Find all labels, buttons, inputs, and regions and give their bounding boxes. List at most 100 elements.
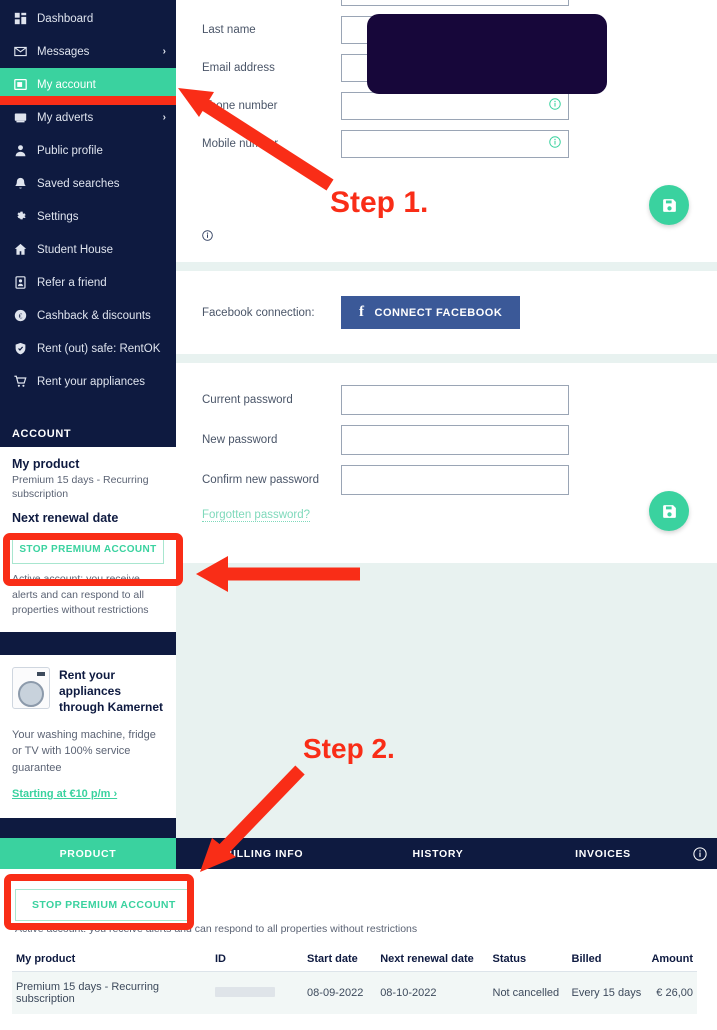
password-field-input[interactable] [341, 425, 569, 455]
table-cell-status: Not cancelled [492, 987, 560, 999]
account-card-header: ACCOUNT [0, 418, 176, 447]
info-circle-icon [549, 97, 561, 115]
table-cell-start-date: 08-09-2022 [307, 987, 364, 999]
rent-appliances-title: Rent your appliances through Kamernet [59, 668, 164, 715]
shopping-cart-icon [12, 375, 28, 388]
advert-board-icon [12, 111, 28, 124]
rent-appliances-link[interactable]: Starting at €10 p/m › [12, 788, 117, 800]
password-field-row: Confirm new password [176, 465, 717, 495]
bell-icon [12, 177, 28, 190]
home-icon [12, 243, 28, 256]
sidebar-item-saved-searches[interactable]: Saved searches [0, 167, 176, 200]
product-panel-status-note: Active account: you receive alerts and c… [15, 923, 418, 935]
info-circle-icon[interactable] [682, 838, 717, 869]
table-header-cell: My product [12, 947, 211, 972]
facebook-connection-card: Facebook connection: f CONNECT FACEBOOK [176, 271, 717, 354]
svg-text:€: € [18, 313, 22, 320]
connect-facebook-button[interactable]: f CONNECT FACEBOOK [341, 296, 521, 329]
table-cell-amount: € 26,00 [656, 987, 693, 999]
washing-machine-icon [12, 667, 50, 709]
profile-form-card: Last name Email address Phone number Mobile… [176, 0, 717, 262]
sidebar-item-label: Rent (out) safe: RentOK [37, 342, 161, 355]
save-profile-button[interactable] [649, 185, 689, 225]
my-product-heading: My product [12, 457, 80, 471]
table-header-cell: Status [488, 947, 568, 972]
info-circle-icon [549, 135, 561, 153]
stop-premium-account-button-sidebar[interactable]: STOP PREMIUM ACCOUNT [12, 535, 164, 565]
sidebar-item-cashback-discounts[interactable]: € Cashback & discounts [0, 299, 176, 332]
products-table-head: My product ID Start date Next renewal date S… [12, 947, 697, 972]
sidebar-item-label: Messages [37, 45, 90, 58]
id-card-icon [12, 276, 28, 289]
password-field-input[interactable] [341, 385, 569, 415]
facebook-connection-label: Facebook connection: [202, 306, 315, 319]
tab-label: PRODUCT [59, 847, 117, 860]
sidebar-item-my-account[interactable]: My account [0, 68, 176, 101]
person-icon [12, 144, 28, 157]
password-field-row: New password [176, 425, 717, 455]
password-field-input[interactable] [341, 465, 569, 495]
dashboard-grid-icon [12, 12, 28, 25]
table-cell-product: Premium 15 days - Recurring subscription [16, 981, 160, 1005]
sidebar-item-label: Dashboard [37, 12, 94, 25]
first-name-input[interactable] [341, 0, 569, 6]
chevron-right-icon: › [162, 112, 166, 123]
sidebar-item-label: My adverts [37, 111, 94, 124]
sidebar-item-label: Student House [37, 243, 114, 256]
field-label: Email address [202, 62, 275, 74]
table-header-cell: Amount [647, 947, 697, 972]
redaction-block [367, 14, 607, 94]
sidebar-item-rent-out-safe-rentok[interactable]: Rent (out) safe: RentOK [0, 332, 176, 365]
sidebar-item-student-house[interactable]: Student House [0, 233, 176, 266]
next-renewal-date-heading: Next renewal date [12, 511, 119, 526]
my-product-value: Premium 15 days - Recurring subscription [12, 474, 149, 501]
stop-premium-account-button-panel[interactable]: STOP PREMIUM ACCOUNT [15, 889, 193, 921]
sidebar-item-rent-your-appliances[interactable]: Rent your appliances [0, 365, 176, 398]
form-info-icon [202, 228, 213, 246]
field-input[interactable] [341, 92, 569, 120]
sidebar-item-label: Rent your appliances [37, 375, 146, 388]
sidebar-item-public-profile[interactable]: Public profile [0, 134, 176, 167]
profile-field-row: Phone number [176, 92, 717, 120]
table-header-cell: Billed [567, 947, 648, 972]
tab-product[interactable]: PRODUCT [0, 838, 176, 869]
save-password-button[interactable] [649, 491, 689, 531]
tab-invoices[interactable]: INVOICES [524, 838, 682, 869]
name-row [176, 0, 717, 6]
connect-facebook-label: CONNECT FACEBOOK [374, 306, 503, 319]
sidebar-item-dashboard[interactable]: Dashboard [0, 2, 176, 35]
sidebar-item-refer-a-friend[interactable]: Refer a friend [0, 266, 176, 299]
tab-history[interactable]: HISTORY [352, 838, 524, 869]
password-field-label: Confirm new password [202, 474, 319, 486]
profile-field-row: Mobile number [176, 130, 717, 158]
password-field-label: Current password [202, 394, 293, 406]
product-panel: STOP PREMIUM ACCOUNT Active account: you… [0, 869, 717, 1030]
field-label: Phone number [202, 100, 278, 112]
table-header-cell: Start date [303, 947, 377, 972]
sidebar-item-label: Settings [37, 210, 79, 223]
sidebar-item-label: Public profile [37, 144, 103, 157]
chevron-right-icon: › [162, 46, 166, 57]
sidebar-item-my-adverts[interactable]: My adverts › [0, 101, 176, 134]
tab-billing-info[interactable]: BILLING INFO [176, 838, 352, 869]
sidebar-item-label: Cashback & discounts [37, 309, 151, 322]
sidebar-item-messages[interactable]: Messages › [0, 35, 176, 68]
redacted-id [214, 986, 275, 997]
sidebar-item-settings[interactable]: Settings [0, 200, 176, 233]
products-table: My product ID Start date Next renewal date S… [12, 947, 697, 1014]
table-cell-next-renewal-date: 08-10-2022 [380, 987, 437, 999]
table-cell-billed: Every 15 days [571, 987, 642, 999]
sidebar-item-label: Refer a friend [37, 276, 107, 289]
forgotten-password-link[interactable]: Forgotten password? [202, 509, 311, 522]
table-header-cell: ID [210, 947, 304, 972]
tab-label: HISTORY [412, 847, 464, 860]
password-field-rows: Current password New password Confirm new … [176, 385, 717, 495]
field-input[interactable] [341, 130, 569, 158]
sidebar-item-label: Saved searches [37, 177, 120, 190]
product-tabs: PRODUCT BILLING INFO HISTORY INVOICES [0, 838, 717, 869]
euro-coin-icon: € [12, 309, 28, 322]
tab-label: INVOICES [575, 847, 631, 860]
sidebar-item-label: My account [37, 78, 96, 91]
tab-label: BILLING INFO [224, 847, 304, 860]
rent-appliances-card[interactable]: Rent your appliances through Kamernet Yo… [0, 655, 176, 819]
